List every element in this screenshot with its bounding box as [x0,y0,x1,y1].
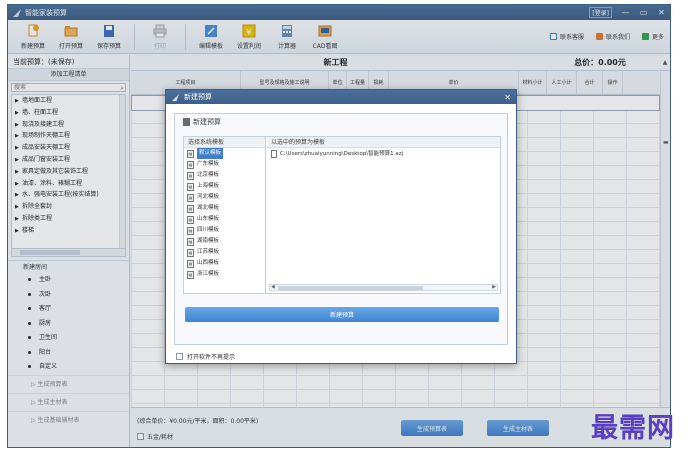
template-item[interactable]: ▤ 广东模板 [184,159,265,170]
template-icon: ▤ [187,226,194,235]
template-icon: ▤ [187,270,194,279]
scroll-right-icon[interactable]: ▶ [492,284,496,290]
scroll-left-icon[interactable]: ◀ [271,284,275,290]
dont-show-checkbox[interactable]: 打开软件不再提示 [176,352,235,361]
app-logo-icon [171,93,180,101]
template-item[interactable]: ▤ 湖北模板 [184,203,265,214]
selected-budget-header: 以选中的预算为模板 [267,137,500,148]
template-item[interactable]: ▤ 湖南模板 [184,236,265,247]
file-list-scrollbar[interactable]: ◀ ▶ [269,284,498,291]
system-template-list: 选择系统模板 ▤ 默认模板 ▤ 广东模板 ▤ 北京模板 ▤ 上海模板 ▤ 河北模板 ▤ 湖北… [184,137,266,293]
watermark-text: 最需网 [591,413,675,444]
template-icon: ▤ [187,149,194,158]
template-item[interactable]: ▤ 山东模板 [184,214,265,225]
template-item[interactable]: ▤ 江苏模板 [184,247,265,258]
template-icon: ▤ [187,215,194,224]
template-icon: ▤ [187,204,194,213]
template-icon: ▤ [187,160,194,169]
document-icon [183,118,190,126]
template-item[interactable]: ▤ 默认模板 [184,148,265,159]
template-icon: ▤ [187,248,194,257]
template-icon: ▤ [187,193,194,202]
dialog-title-bar: 新建预算 ✕ [166,90,516,104]
template-item[interactable]: ▤ 北京模板 [184,170,265,181]
selected-budget-list: 以选中的预算为模板 C:\Users\zhuaiyunning\Desktop\… [267,137,500,293]
template-icon: ▤ [187,171,194,180]
template-item[interactable]: ▤ 河北模板 [184,192,265,203]
system-template-header: 选择系统模板 [184,137,265,148]
template-panes: 选择系统模板 ▤ 默认模板 ▤ 广东模板 ▤ 北京模板 ▤ 上海模板 ▤ 河北模板 ▤ 湖北… [183,136,501,294]
template-icon: ▤ [187,182,194,191]
template-icon: ▤ [187,237,194,246]
section-heading: 新建预算 [175,114,507,130]
create-budget-button[interactable]: 新建预算 [185,307,499,322]
dialog-close-icon[interactable]: ✕ [504,93,511,102]
template-item[interactable]: ▤ 浙江模板 [184,269,265,280]
template-item[interactable]: ▤ 上海模板 [184,181,265,192]
template-icon: ▤ [187,259,194,268]
scrollbar-thumb[interactable] [278,286,423,290]
dialog-title: 新建预算 [184,93,212,101]
new-budget-dialog: 新建预算 ✕ 新建预算 选择系统模板 ▤ 默认模板 ▤ 广东模板 ▤ 北京模板 ▤ 上海… [165,89,517,364]
template-item[interactable]: ▤ 山西模板 [184,258,265,269]
checkbox-icon[interactable] [176,353,183,360]
template-item[interactable]: ▤ 四川模板 [184,225,265,236]
dialog-body: 新建预算 选择系统模板 ▤ 默认模板 ▤ 广东模板 ▤ 北京模板 ▤ 上海模板 ▤ 河北模… [174,113,508,345]
file-icon [271,150,277,158]
budget-file-item[interactable]: C:\Users\zhuaiyunning\Desktop\智能预算1.azj [267,148,500,160]
